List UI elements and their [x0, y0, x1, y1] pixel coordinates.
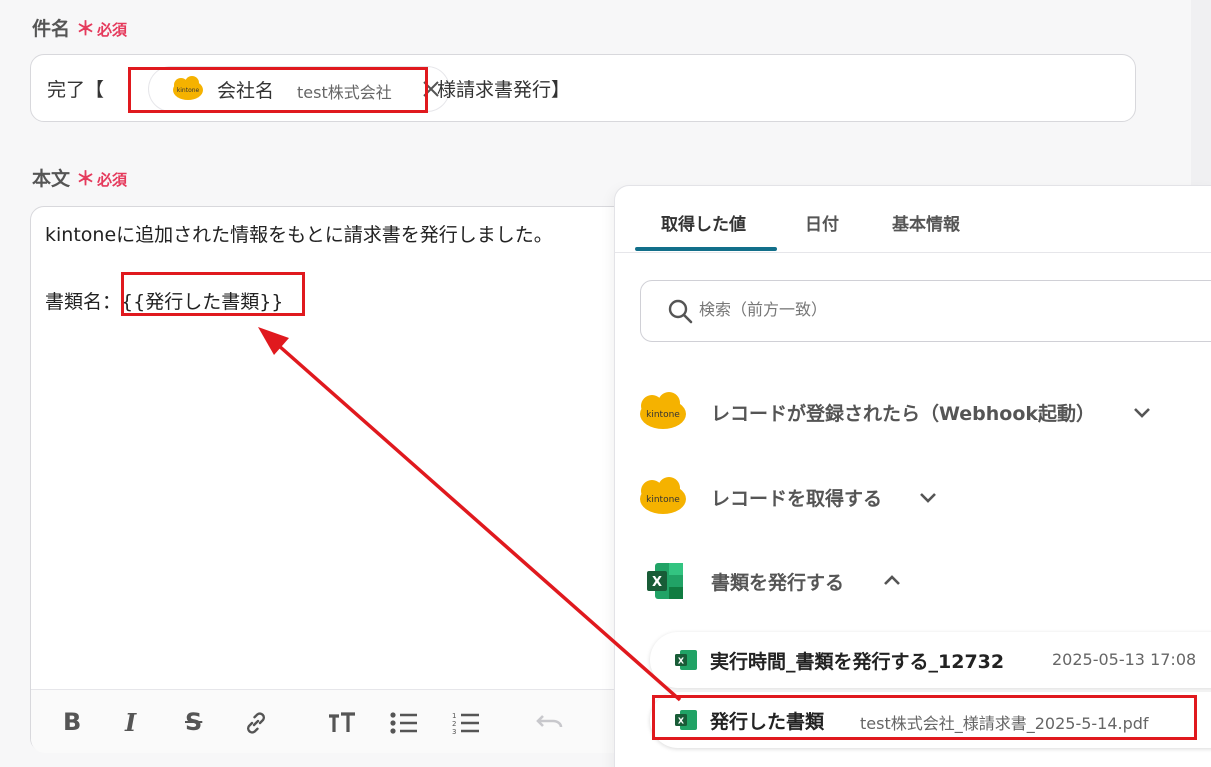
undo-icon[interactable] — [535, 712, 565, 734]
chevron-up-icon[interactable] — [883, 573, 901, 587]
body-label: 本文＊必須 — [32, 164, 127, 191]
chip-label: 会社名 — [217, 80, 275, 102]
subject-suffix-text: 様請求書発行】 — [437, 79, 571, 101]
active-tab-indicator — [635, 247, 777, 251]
body-label-text: 本文 — [32, 168, 71, 190]
svg-text:X: X — [678, 717, 685, 726]
body-line-2: 書類名：{{発行した書類}} — [45, 287, 283, 314]
output-item-issued-document[interactable]: X 発行した書類 test株式会社_様請求書_2025-5-14.pdf — [650, 692, 1211, 748]
subject-input[interactable]: 完了【 kintone 会社名 test株式会社 様請求書発行】 — [30, 54, 1136, 122]
search-icon — [668, 299, 693, 324]
svg-text:kintone: kintone — [646, 495, 680, 505]
excel-icon: X — [675, 710, 697, 730]
italic-button[interactable]: I — [125, 708, 136, 737]
tab-basic-info[interactable]: 基本情報 — [892, 210, 960, 235]
svg-text:2: 2 — [452, 720, 456, 728]
tab-obtained-values[interactable]: 取得した値 — [661, 210, 746, 235]
search-box[interactable] — [640, 280, 1211, 342]
text-size-icon[interactable] — [327, 710, 357, 736]
chip-value: test株式会社 — [297, 83, 392, 102]
output-item-execution-time[interactable]: X 実行時間_書類を発行する_12732 2025-05-13 17:08 — [650, 632, 1211, 688]
variable-picker-panel: 取得した値 日付 基本情報 kintone レコードが登録されたら（Webhoo… — [615, 186, 1211, 767]
svg-text:X: X — [678, 657, 685, 666]
bullet-list-icon[interactable] — [389, 710, 419, 736]
output-name: 発行した書類 — [710, 711, 825, 733]
svg-text:1: 1 — [452, 712, 456, 720]
output-value: 2025-05-13 17:08 — [1052, 650, 1197, 669]
tabs-divider — [615, 252, 1211, 253]
svg-text:kintone: kintone — [177, 87, 200, 94]
body-editor[interactable]: kintoneに追加された情報をもとに請求書を発行しました。 書類名：{{発行し… — [30, 206, 670, 753]
step-title: 書類を発行する — [711, 572, 845, 594]
search-input[interactable] — [699, 300, 1179, 319]
editor-toolbar: B I S 1 2 3 — [31, 689, 669, 753]
bold-button[interactable]: B — [63, 708, 81, 736]
svg-text:X: X — [652, 575, 662, 590]
svg-text:3: 3 — [452, 728, 456, 736]
tab-date[interactable]: 日付 — [805, 210, 839, 235]
chevron-down-icon[interactable] — [919, 491, 937, 505]
output-name: 実行時間_書類を発行する_12732 — [710, 651, 1005, 673]
kintone-logo-icon: kintone — [640, 392, 686, 429]
step-title: レコードを取得する — [711, 488, 883, 510]
body-line-1: kintoneに追加された情報をもとに請求書を発行しました。 — [45, 224, 553, 246]
excel-icon: X — [675, 650, 697, 670]
strikethrough-button[interactable]: S — [185, 708, 202, 736]
required-mark: ＊ — [76, 18, 96, 40]
output-value: test株式会社_様請求書_2025-5-14.pdf — [860, 714, 1149, 733]
step-issue-document[interactable]: X 書類を発行する — [637, 561, 1197, 601]
subject-label: 件名＊必須 — [32, 14, 127, 41]
excel-icon: X — [647, 563, 683, 599]
kintone-logo-icon: kintone — [640, 477, 686, 514]
variable-chip-company[interactable]: kintone 会社名 test株式会社 — [149, 67, 449, 111]
kintone-logo-icon: kintone — [173, 76, 203, 100]
subject-label-text: 件名 — [32, 18, 71, 40]
required-badge: 必須 — [97, 171, 128, 189]
step-get-record[interactable]: kintone レコードを取得する — [637, 477, 1197, 517]
link-icon[interactable] — [243, 710, 269, 736]
step-title: レコードが登録されたら（Webhook起動） — [711, 403, 1096, 425]
required-badge: 必須 — [97, 21, 128, 39]
variable-placeholder[interactable]: {{発行した書類}} — [121, 291, 283, 313]
body-line-2-prefix: 書類名： — [45, 291, 122, 313]
numbered-list-icon[interactable]: 1 2 3 — [451, 710, 481, 736]
svg-text:kintone: kintone — [646, 410, 680, 420]
subject-prefix-text: 完了【 — [47, 79, 105, 101]
required-mark: ＊ — [76, 168, 96, 190]
step-webhook-trigger[interactable]: kintone レコードが登録されたら（Webhook起動） — [637, 392, 1197, 432]
chevron-down-icon[interactable] — [1133, 406, 1151, 420]
